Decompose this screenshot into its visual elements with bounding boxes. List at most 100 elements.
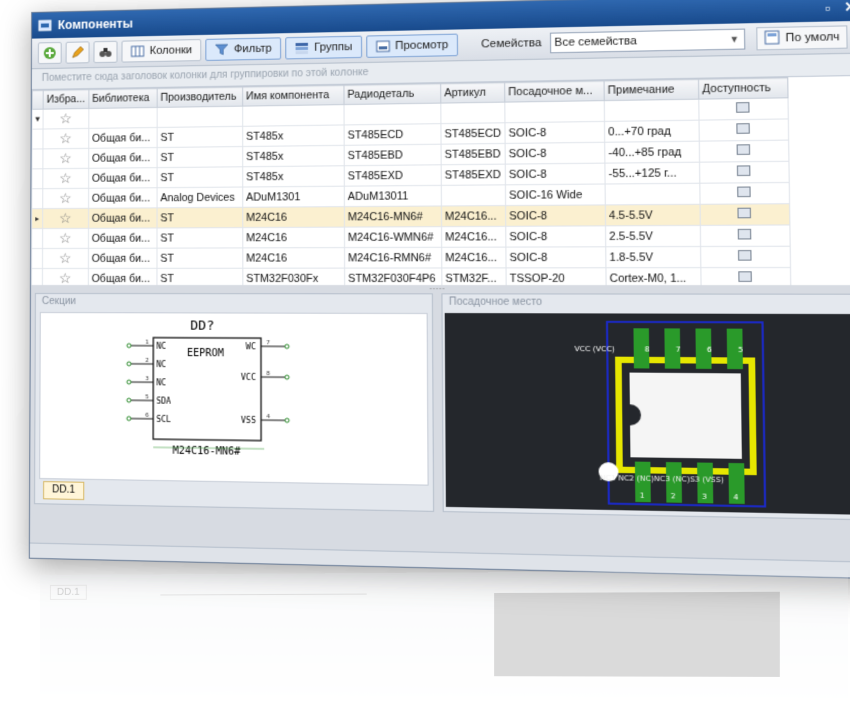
table-cell[interactable]: ST bbox=[156, 227, 243, 249]
table-cell[interactable]: M24C16-RMN6# bbox=[344, 247, 442, 269]
table-cell[interactable]: M24C16-MN6# bbox=[344, 205, 442, 228]
table-cell[interactable]: ST bbox=[156, 126, 243, 148]
availability-icon[interactable] bbox=[737, 186, 752, 198]
table-cell[interactable]: -55...+125 г... bbox=[604, 162, 700, 185]
table-cell[interactable]: SOIC-16 Wide bbox=[505, 184, 606, 206]
edit-pencil-icon[interactable] bbox=[65, 41, 90, 64]
table-row[interactable]: ☆ Общая би... ST STM32F030Fx STM32F030F4P6 ST… bbox=[31, 267, 791, 286]
families-select[interactable]: Все семейства ▼ bbox=[550, 28, 746, 54]
table-cell[interactable]: M24C16 bbox=[242, 247, 345, 269]
table-row[interactable]: ☆ Общая би... ST M24C16 M24C16-RMN6# M24C16..… bbox=[31, 246, 791, 269]
column-header[interactable]: Артикул bbox=[440, 82, 505, 104]
table-cell[interactable]: M24C16... bbox=[441, 247, 506, 268]
availability-cell[interactable] bbox=[699, 203, 790, 226]
filter-cell[interactable] bbox=[504, 100, 605, 123]
table-cell[interactable] bbox=[440, 184, 506, 206]
table-cell[interactable]: STM32F030Fx bbox=[242, 268, 345, 286]
table-cell[interactable]: SOIC-8 bbox=[505, 246, 606, 268]
table-cell[interactable]: Общая би... bbox=[88, 127, 157, 149]
column-header[interactable]: Доступность bbox=[698, 77, 788, 100]
favorite-star-icon[interactable]: ☆ bbox=[42, 168, 89, 189]
table-cell[interactable]: Общая би... bbox=[88, 227, 157, 249]
table-cell[interactable]: Cortex-M0, 1... bbox=[605, 267, 701, 286]
table-cell[interactable]: TSSOP-20 bbox=[505, 267, 606, 286]
filter-cell[interactable] bbox=[440, 102, 505, 124]
schematic-canvas[interactable]: DD? EEPROM M24C16-MN6# NC 1 NC 2 NC 3 SDA 5 SCL 6… bbox=[39, 312, 429, 486]
column-header[interactable]: Избра... bbox=[43, 89, 89, 110]
restore-icon[interactable]: ▫ bbox=[816, 0, 839, 18]
table-cell[interactable]: 0...+70 град bbox=[604, 120, 700, 143]
table-cell[interactable]: Общая би... bbox=[88, 147, 157, 169]
availability-cell[interactable] bbox=[698, 118, 789, 142]
table-cell[interactable]: ST485ECD bbox=[343, 123, 441, 146]
availability-cell[interactable] bbox=[700, 224, 790, 247]
table-cell[interactable]: -40...+85 град bbox=[604, 141, 700, 164]
filter-cell[interactable] bbox=[604, 99, 699, 122]
favorite-star-icon[interactable]: ☆ bbox=[42, 268, 89, 286]
table-cell[interactable]: STM32F... bbox=[441, 267, 506, 286]
table-cell[interactable]: ST bbox=[156, 166, 243, 188]
availability-icon[interactable] bbox=[737, 207, 752, 219]
table-cell[interactable]: ST bbox=[156, 207, 243, 228]
favorite-star-icon[interactable]: ☆ bbox=[42, 188, 89, 209]
column-header[interactable]: Производитель bbox=[156, 86, 243, 108]
table-cell[interactable]: Analog Devices bbox=[156, 187, 243, 208]
table-cell[interactable]: ST bbox=[156, 247, 243, 269]
favorite-star-icon[interactable]: ☆ bbox=[42, 208, 89, 229]
table-cell[interactable]: SOIC-8 bbox=[505, 163, 605, 185]
table-cell[interactable]: ST485x bbox=[242, 165, 344, 188]
availability-icon[interactable] bbox=[737, 165, 751, 177]
availability-icon[interactable] bbox=[738, 250, 752, 261]
favorite-star-icon[interactable]: ☆ bbox=[42, 148, 89, 169]
table-cell[interactable]: 2.5-5.5V bbox=[605, 225, 701, 247]
table-cell[interactable]: Общая би... bbox=[88, 167, 157, 189]
table-cell[interactable]: 4.5-5.5V bbox=[605, 204, 701, 226]
table-cell[interactable]: ST485EBD bbox=[343, 144, 441, 166]
filter-cell[interactable] bbox=[242, 104, 344, 127]
table-cell[interactable]: Общая би... bbox=[88, 248, 157, 269]
table-cell[interactable]: Общая би... bbox=[88, 207, 157, 229]
column-header[interactable]: Примечание bbox=[603, 79, 699, 101]
filter-button[interactable]: Фильтр bbox=[205, 37, 282, 61]
availability-icon[interactable] bbox=[736, 144, 751, 155]
column-header[interactable]: Библиотека bbox=[88, 88, 157, 109]
table-cell[interactable]: ST485ECD bbox=[440, 122, 505, 145]
table-cell[interactable] bbox=[604, 183, 700, 205]
favorite-star-icon[interactable]: ☆ bbox=[42, 128, 89, 149]
table-cell[interactable]: M24C16... bbox=[441, 226, 506, 248]
filter-cell[interactable] bbox=[88, 107, 157, 129]
availability-cell[interactable] bbox=[700, 267, 791, 286]
columns-button[interactable]: Колонки bbox=[121, 38, 202, 63]
footprint-canvas[interactable]: 8 7 6 5 VCC (VCC) 1 2 3 4 NC1 NC2 (NC)NC3 (NC)S… bbox=[444, 313, 850, 515]
table-cell[interactable]: M24C16-WMN6# bbox=[344, 226, 442, 248]
availability-icon[interactable] bbox=[738, 271, 753, 282]
column-header[interactable]: Имя компонента bbox=[242, 85, 344, 107]
column-header[interactable]: Радиодеталь bbox=[343, 83, 441, 105]
favorite-star-icon[interactable]: ☆ bbox=[42, 248, 89, 269]
table-cell[interactable]: ST485EBD bbox=[440, 143, 506, 165]
add-component-icon[interactable] bbox=[37, 41, 62, 65]
table-cell[interactable]: STM32F030F4P6 bbox=[344, 267, 442, 286]
table-cell[interactable]: Общая би... bbox=[88, 187, 157, 209]
table-cell[interactable]: ST485EXD bbox=[440, 164, 506, 186]
table-cell[interactable]: M24C16... bbox=[441, 205, 506, 227]
close-icon[interactable]: ✕ bbox=[839, 0, 850, 17]
availability-icon[interactable] bbox=[738, 228, 752, 240]
availability-cell[interactable] bbox=[699, 182, 790, 205]
table-cell[interactable]: SOIC-8 bbox=[505, 225, 606, 248]
favorite-star-icon[interactable]: ☆ bbox=[42, 228, 89, 249]
table-cell[interactable]: ST485x bbox=[242, 145, 344, 167]
table-cell[interactable]: ST bbox=[156, 268, 243, 286]
table-cell[interactable]: M24C16 bbox=[242, 227, 345, 248]
table-cell[interactable]: SOIC-8 bbox=[505, 204, 606, 227]
filter-availability-cell[interactable] bbox=[698, 97, 789, 121]
filter-cell[interactable] bbox=[156, 106, 243, 128]
availability-cell[interactable] bbox=[699, 140, 789, 163]
table-cell[interactable]: SOIC-8 bbox=[504, 142, 605, 165]
table-cell[interactable]: 1.8-5.5V bbox=[605, 246, 701, 268]
default-view-button[interactable]: По умолч bbox=[756, 25, 848, 51]
preview-button[interactable]: Просмотр bbox=[365, 33, 458, 58]
availability-cell[interactable] bbox=[699, 161, 790, 184]
availability-checkbox[interactable] bbox=[736, 102, 750, 113]
table-cell[interactable]: M24C16 bbox=[242, 206, 345, 228]
